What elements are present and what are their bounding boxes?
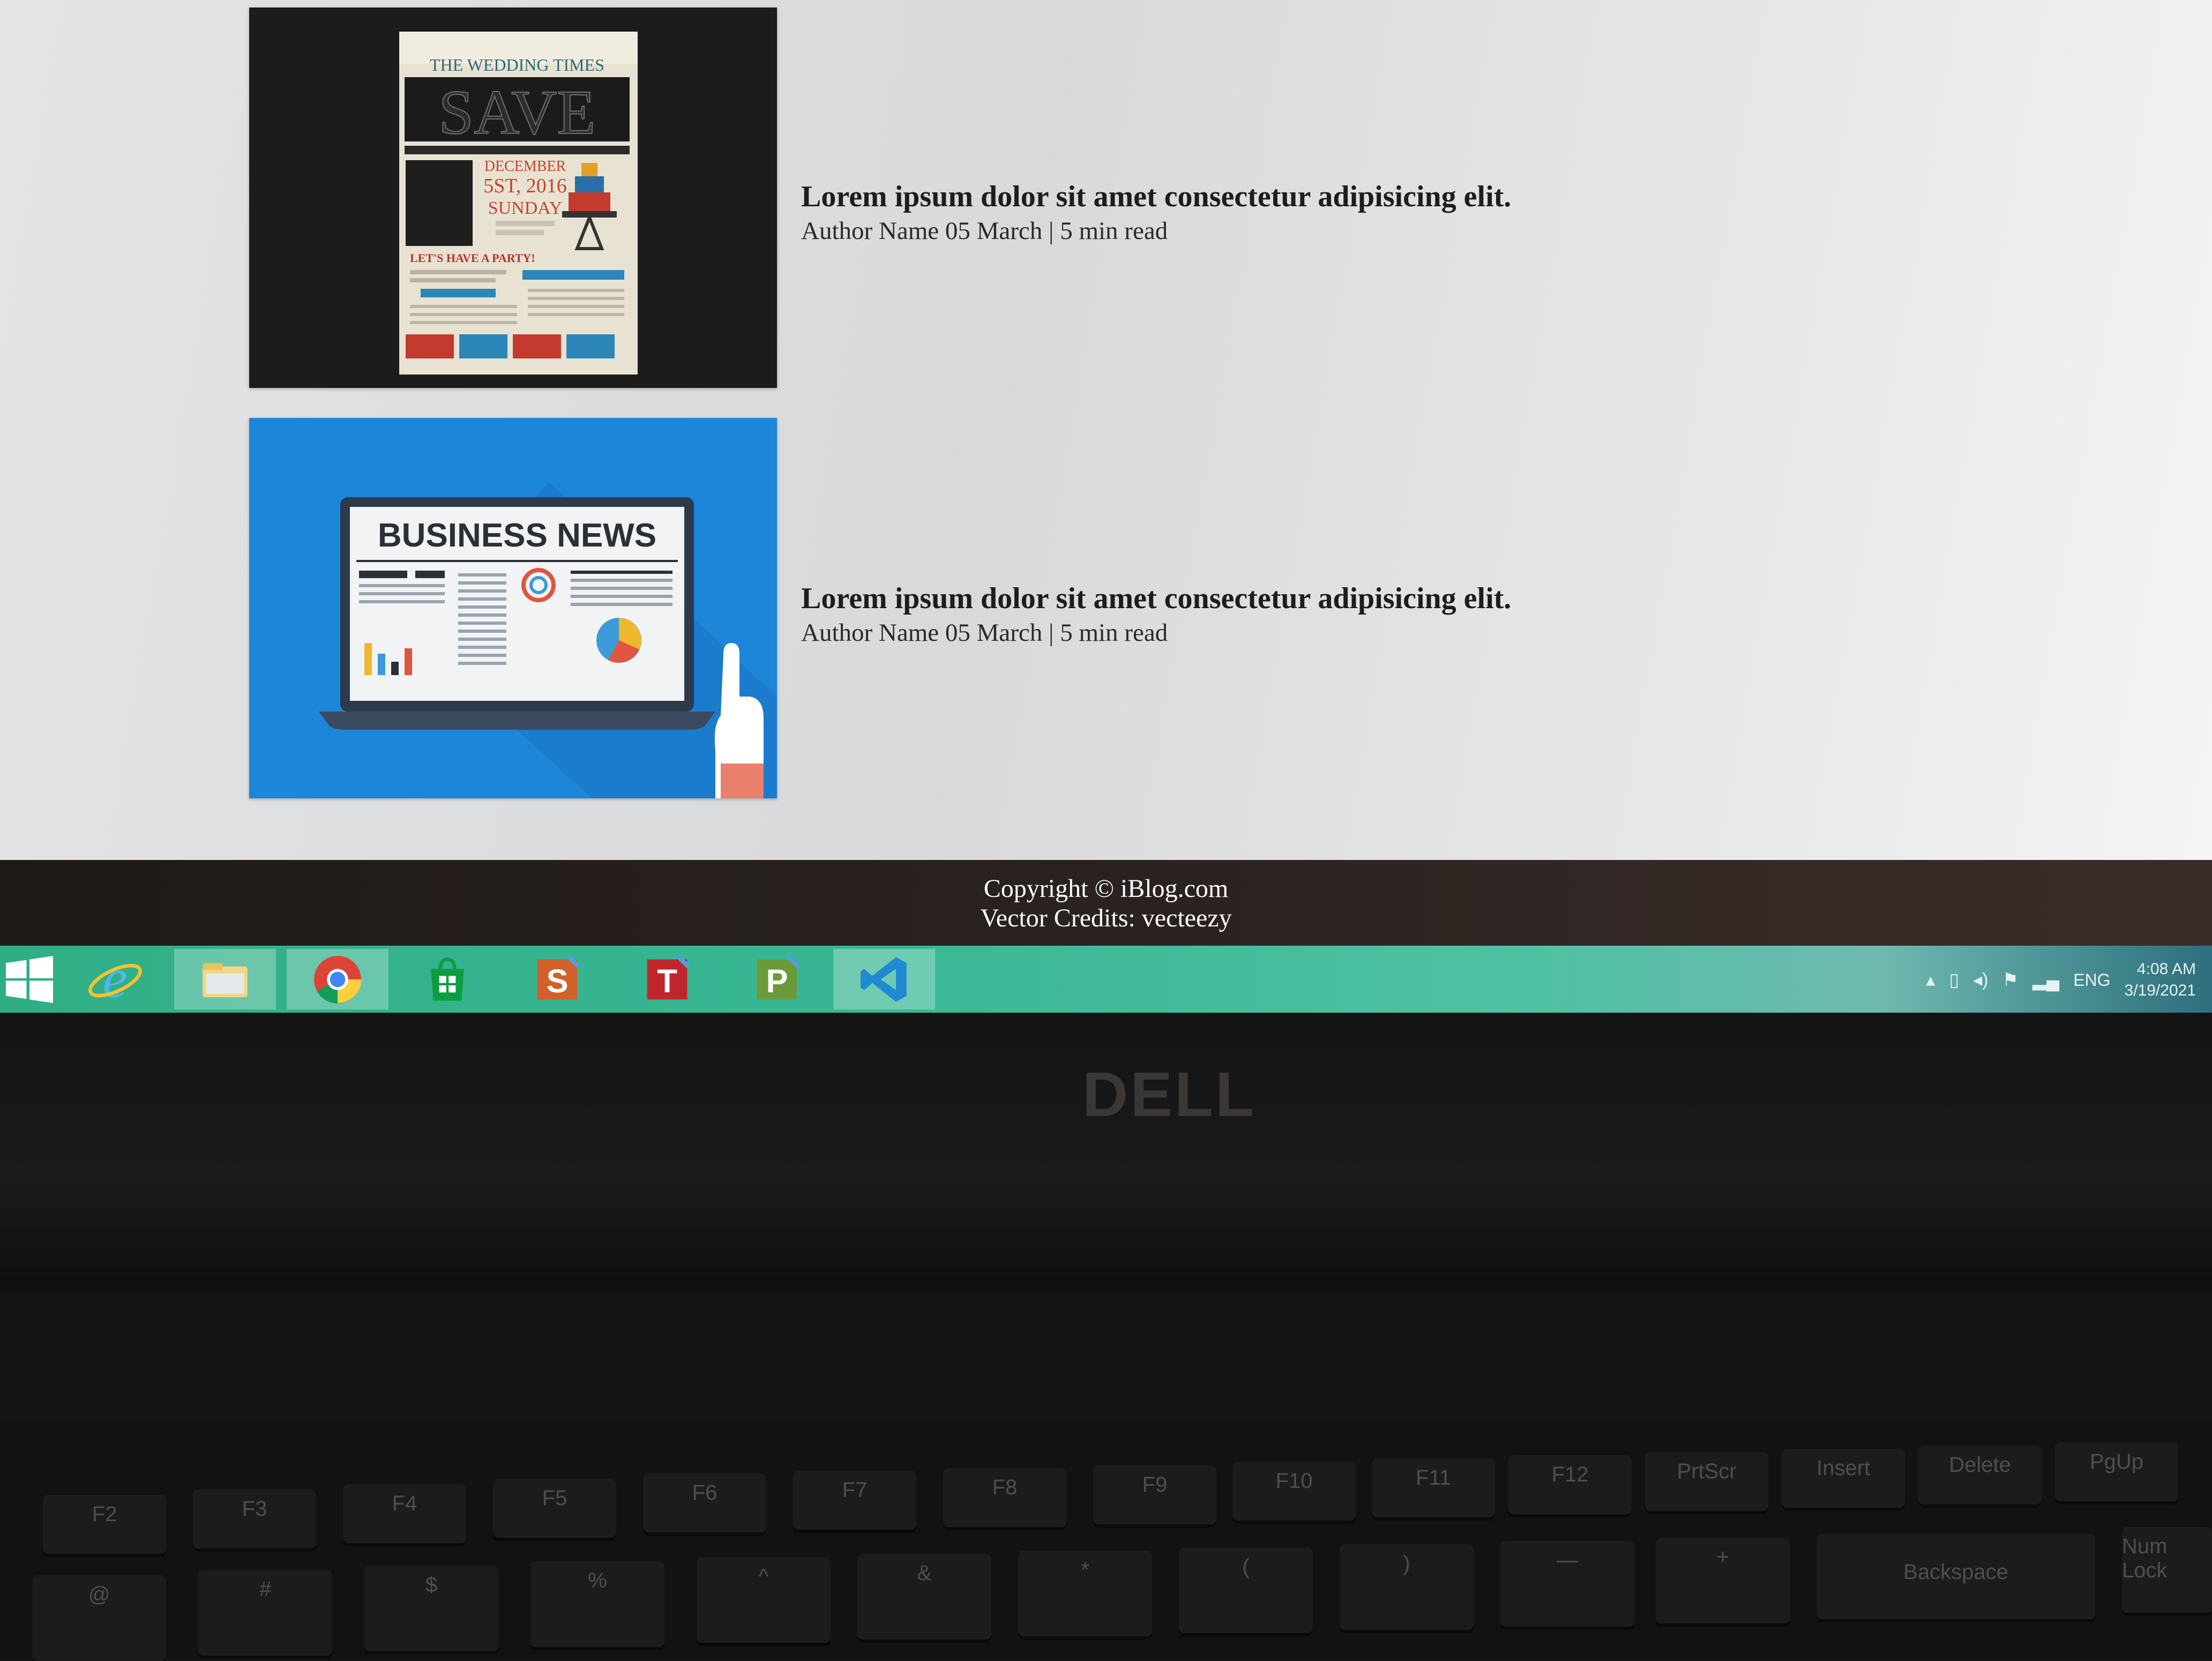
svg-text:5ST, 2016: 5ST, 2016 [483,175,567,197]
app-t-icon: T [647,954,690,1000]
business-news-headline: BUSINESS NEWS [378,517,656,554]
post-thumbnail-business-news[interactable]: BUSINESS NEWS [249,418,777,798]
key-delete: Delete [1918,1446,2042,1505]
key-backspace: Backspace [1817,1533,2095,1619]
post-title[interactable]: Lorem ipsum dolor sit amet consectetur a… [801,580,1511,617]
taskbar-store[interactable] [397,949,498,1009]
post-title[interactable]: Lorem ipsum dolor sit amet consectetur a… [801,178,1511,215]
device-icon[interactable]: ▯ [1949,969,1959,991]
key-f7: F7 [793,1471,916,1530]
key-minus: — [1500,1541,1634,1627]
key-prtscr: PrtScr [1645,1452,1768,1511]
blog-post-card[interactable]: THE WEDDING TIMES SAVE DECEMBER 5ST, 201… [0,8,2212,393]
app-p-icon: P [757,954,800,1000]
browser-page: THE WEDDING TIMES SAVE DECEMBER 5ST, 201… [0,0,2212,860]
chrome-icon [314,955,362,1004]
post-meta: Author Name 05 March | 5 min read [801,619,1168,647]
key-equals: + [1656,1538,1790,1623]
key-4: $ [364,1566,498,1651]
flag-icon[interactable]: ⚑ [2002,969,2018,991]
key-0: ) [1340,1544,1474,1630]
svg-text:SUNDAY: SUNDAY [488,198,563,218]
windows-logo-icon [6,955,53,1003]
key-5: % [530,1561,664,1647]
laptop-news-illustration: BUSINESS NEWS [319,482,777,798]
taskbar-file-explorer[interactable] [174,949,276,1009]
app-s-icon: S [537,954,580,1000]
store-bag-icon [431,957,464,1001]
newspaper-masthead: THE WEDDING TIMES [430,55,604,74]
key-insert: Insert [1782,1449,1905,1508]
key-f3: F3 [193,1490,316,1548]
chevron-up-icon[interactable]: ▴ [1926,969,1935,991]
laptop-keyboard: F2 F3 F4 F5 F6 F7 F8 F9 F10 F11 F12 PrtS… [0,1420,2212,1661]
post-meta: Author Name 05 March | 5 min read [801,217,1168,245]
blog-post-card[interactable]: BUSINESS NEWS Lorem ipsum dolor sit amet… [0,418,2212,804]
key-f8: F8 [943,1468,1066,1527]
key-3: # [198,1570,332,1656]
svg-text:DECEMBER: DECEMBER [484,158,566,175]
key-numlock: Num Lock [2122,1527,2212,1613]
key-pgup: PgUp [2055,1442,2178,1501]
photo-placeholder [406,160,473,246]
post-text: Lorem ipsum dolor sit amet consectetur a… [801,178,1511,246]
taskbar-vscode[interactable] [833,949,935,1009]
signal-icon[interactable]: ▂▄ [2032,969,2059,991]
key-9: ( [1179,1547,1313,1633]
taskbar-app-s[interactable]: S [506,949,608,1009]
footer-copyright: Copyright © iBlog.com [983,874,1229,903]
vscode-icon [861,956,907,1002]
site-footer: Copyright © iBlog.com Vector Credits: ve… [0,860,2212,946]
svg-text:T: T [657,963,677,1000]
key-f2: F2 [43,1495,166,1554]
key-f4: F4 [343,1484,466,1543]
windows-taskbar: e S T P ▴ ▯ ◂) ⚑ ▂▄ ENG 4:08 AM 3/19/202… [0,946,2212,1013]
key-f11: F11 [1372,1458,1495,1517]
taskbar-internet-explorer[interactable]: e [64,949,166,1009]
taskbar-chrome[interactable] [287,949,388,1009]
clock-date: 3/19/2021 [2124,982,2196,999]
internet-explorer-icon: e [88,950,142,1009]
dell-logo: DELL [1082,1059,1257,1130]
key-8: * [1018,1551,1152,1636]
laptop-bezel [0,1013,2212,1291]
newspaper-headline: SAVE [439,77,596,147]
key-f5: F5 [493,1479,616,1538]
laptop-base [319,712,715,730]
post-thumbnail-newspaper[interactable]: THE WEDDING TIMES SAVE DECEMBER 5ST, 201… [249,8,777,388]
post-text: Lorem ipsum dolor sit amet consectetur a… [801,580,1511,648]
clock-time: 4:08 AM [2136,960,2196,978]
taskbar-app-p[interactable]: P [726,949,828,1009]
folder-icon [203,962,248,997]
key-6: ^ [697,1557,831,1643]
system-tray: ▴ ▯ ◂) ⚑ ▂▄ ENG 4:08 AM 3/19/2021 [1926,953,2196,1007]
volume-icon[interactable]: ◂) [1973,969,1988,991]
key-f6: F6 [643,1473,766,1532]
key-f12: F12 [1508,1455,1632,1514]
key-7: & [857,1554,991,1640]
newspaper-illustration: THE WEDDING TIMES SAVE DECEMBER 5ST, 201… [399,32,638,375]
key-f9: F9 [1093,1465,1216,1524]
svg-text:S: S [546,963,568,1000]
key-f10: F10 [1232,1462,1356,1521]
svg-text:LET'S HAVE A PARTY!: LET'S HAVE A PARTY! [410,251,535,265]
svg-text:e: e [103,950,128,1009]
taskbar-app-t[interactable]: T [616,949,718,1009]
svg-text:P: P [766,963,788,1000]
language-indicator[interactable]: ENG [2073,970,2110,990]
key-2: @ [32,1575,166,1661]
footer-credits: Vector Credits: vecteezy [980,904,1232,932]
clock[interactable]: 4:08 AM 3/19/2021 [2125,959,2196,1001]
